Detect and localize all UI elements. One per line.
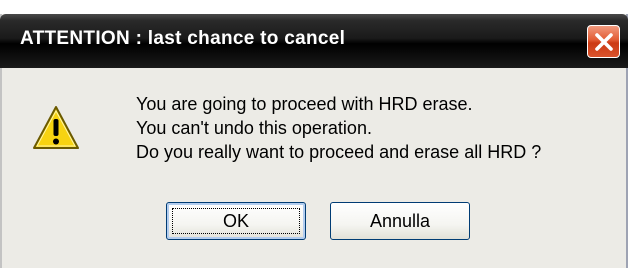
message-line: You are going to proceed with HRD erase.: [136, 94, 473, 114]
message-line: You can't undo this operation.: [136, 118, 372, 138]
alert-dialog: ATTENTION : last chance to cancel You ar…: [0, 14, 628, 268]
ok-button[interactable]: OK: [166, 202, 306, 240]
cancel-button-label: Annulla: [369, 211, 431, 231]
title-bar[interactable]: ATTENTION : last chance to cancel: [0, 14, 628, 68]
dialog-title: ATTENTION : last chance to cancel: [20, 28, 346, 49]
ok-button-label: OK: [222, 211, 249, 231]
message-line: Do you really want to proceed and erase …: [136, 142, 542, 162]
close-button[interactable]: [587, 25, 620, 58]
warning-icon: [33, 106, 79, 149]
close-icon: [595, 33, 613, 51]
dialog-body: You are going to proceed with HRD erase.…: [2, 68, 626, 268]
cancel-button[interactable]: Annulla: [330, 202, 470, 240]
message-text: You are going to proceed with HRD erase.…: [136, 92, 541, 164]
